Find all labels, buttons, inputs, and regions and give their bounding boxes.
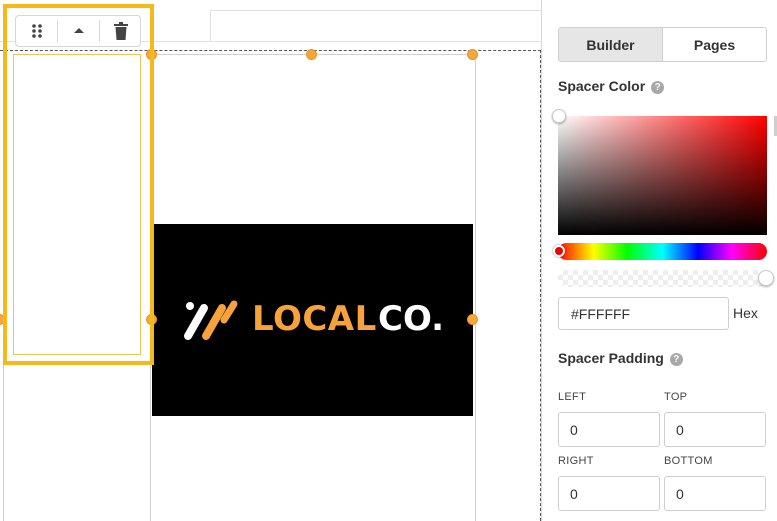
trash-icon — [113, 22, 128, 40]
question-circle-icon[interactable]: ? — [651, 81, 665, 94]
resize-handle[interactable] — [467, 49, 478, 60]
select-parent-button[interactable] — [58, 16, 99, 46]
tab-builder[interactable]: Builder — [559, 28, 663, 61]
page-canvas[interactable]: LOCAL CO. — [0, 0, 541, 521]
padding-left-label: LEFT — [558, 391, 587, 403]
hex-label: Hex — [733, 305, 758, 321]
properties-panel: Builder Pages Spacer Color? Hex Spacer P… — [541, 0, 777, 521]
drag-button[interactable] — [16, 16, 57, 46]
canvas-top-cell[interactable] — [210, 10, 541, 42]
panel-tabs: Builder Pages — [558, 27, 767, 62]
padding-right-input[interactable] — [558, 476, 660, 511]
padding-top-input[interactable] — [664, 412, 766, 447]
padding-top-label: TOP — [664, 391, 688, 403]
hue-slider-thumb[interactable] — [553, 245, 565, 257]
tab-pages[interactable]: Pages — [663, 28, 766, 61]
padding-right-label: RIGHT — [558, 455, 594, 467]
logo-word-co: CO. — [378, 299, 445, 339]
saturation-value-picker[interactable] — [558, 116, 767, 235]
spacer-color-title: Spacer Color — [558, 78, 646, 94]
caret-up-icon — [73, 28, 84, 33]
logo-slash-mark-icon — [184, 300, 238, 340]
spacer-color-heading: Spacer Color? — [558, 78, 665, 96]
logo-word-local: LOCAL — [252, 299, 377, 339]
padding-left-input[interactable] — [558, 412, 660, 447]
alpha-slider-thumb[interactable] — [758, 270, 774, 286]
hue-slider[interactable] — [558, 243, 767, 260]
drag-handle-icon — [31, 24, 42, 38]
padding-bottom-input[interactable] — [664, 476, 766, 511]
element-toolbar — [15, 15, 141, 47]
resize-handle[interactable] — [306, 49, 317, 60]
column-guide — [475, 50, 476, 521]
color-picker-thumb[interactable] — [552, 109, 566, 123]
question-circle-icon[interactable]: ? — [669, 353, 683, 366]
resize-handle[interactable] — [467, 314, 478, 325]
spacer-padding-heading: Spacer Padding? — [558, 350, 683, 368]
spacer-block[interactable] — [13, 54, 141, 355]
spacer-padding-title: Spacer Padding — [558, 350, 664, 366]
alpha-slider[interactable] — [558, 270, 767, 287]
delete-button[interactable] — [100, 16, 141, 46]
hex-color-input[interactable] — [558, 297, 729, 330]
padding-bottom-label: BOTTOM — [664, 455, 713, 467]
